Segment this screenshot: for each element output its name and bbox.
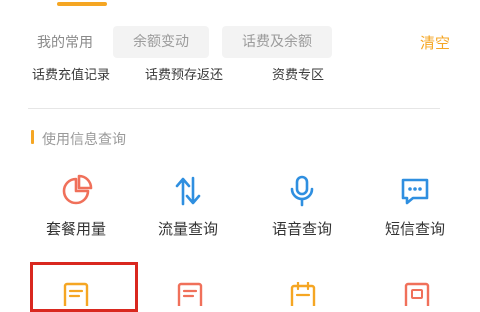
clear-history-button[interactable]: 清空: [420, 32, 450, 53]
service-label: 套餐用量: [45, 220, 106, 238]
recent-item-prepay-refund[interactable]: 话费预存返还: [145, 66, 223, 86]
service-label: 语音查询: [271, 220, 332, 238]
message-icon: [401, 178, 429, 205]
service-label: 流量查询: [157, 220, 218, 238]
service-voice-query[interactable]: 语音查询: [247, 174, 357, 239]
service-data-query[interactable]: 流量查询: [133, 174, 243, 239]
section-title: 使用信息查询: [42, 132, 126, 148]
history-chip-bill-balance[interactable]: 话费及余额: [222, 26, 332, 58]
active-tab-indicator: [57, 2, 107, 6]
highlight-box: [30, 262, 138, 312]
section-divider: [28, 108, 440, 109]
recent-item-recharge-record[interactable]: 话费充值记录: [32, 66, 110, 86]
section-accent-bar: [31, 130, 34, 144]
service-sms-query[interactable]: 短信查询: [360, 174, 470, 239]
recent-item-tariff-zone[interactable]: 资费专区: [272, 66, 324, 86]
up-down-arrows-icon: [175, 176, 201, 206]
microphone-icon: [290, 175, 314, 207]
record-icon[interactable]: [403, 282, 431, 306]
calendar-icon[interactable]: [289, 282, 317, 306]
document-icon[interactable]: [176, 282, 204, 306]
pie-chart-icon: [62, 174, 93, 205]
service-label: 短信查询: [384, 220, 445, 238]
service-package-usage[interactable]: 套餐用量: [21, 174, 131, 239]
history-chip-balance-change[interactable]: 余额变动: [113, 26, 209, 58]
history-label: 我的常用: [37, 35, 93, 51]
